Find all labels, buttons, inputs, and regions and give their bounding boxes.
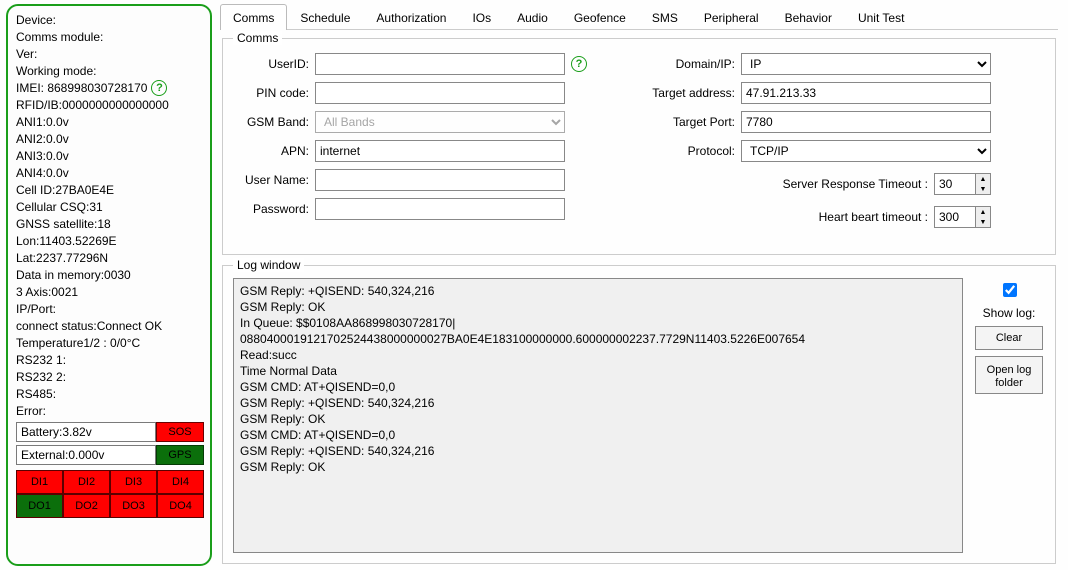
comms-section-title: Comms bbox=[233, 31, 282, 45]
di1-indicator[interactable]: DI1 bbox=[16, 470, 63, 494]
sos-indicator[interactable]: SOS bbox=[156, 422, 204, 442]
imei-value: IMEI: 868998030728170 bbox=[16, 80, 147, 96]
pin-input[interactable] bbox=[315, 82, 565, 104]
imei-help-icon[interactable]: ? bbox=[151, 80, 167, 96]
tabs-bar: Comms Schedule Authorization IOs Audio G… bbox=[220, 4, 1058, 30]
heartbeat-up-icon[interactable]: ▲ bbox=[976, 207, 990, 217]
conn-value: connect status:Connect OK bbox=[16, 318, 204, 334]
gnss-value: GNSS satellite:18 bbox=[16, 216, 204, 232]
showlog-checkbox[interactable] bbox=[1003, 283, 1017, 297]
lon-value: Lon:11403.52269E bbox=[16, 233, 204, 249]
open-log-folder-button[interactable]: Open log folder bbox=[975, 356, 1043, 394]
gsmband-select[interactable]: All Bands bbox=[315, 111, 565, 133]
apn-label: APN: bbox=[235, 144, 309, 158]
tab-sms[interactable]: SMS bbox=[639, 4, 691, 30]
apn-input[interactable] bbox=[315, 140, 565, 162]
device-info-panel: Device: Comms module: Ver: Working mode:… bbox=[6, 4, 212, 566]
tab-ios[interactable]: IOs bbox=[459, 4, 504, 30]
datamem-value: Data in memory:0030 bbox=[16, 267, 204, 283]
do1-indicator[interactable]: DO1 bbox=[16, 494, 63, 518]
tab-schedule[interactable]: Schedule bbox=[287, 4, 363, 30]
do2-indicator[interactable]: DO2 bbox=[63, 494, 110, 518]
ani3-value: ANI3:0.0v bbox=[16, 148, 204, 164]
password-label: Password: bbox=[235, 202, 309, 216]
srv-timeout-label: Server Response Timeout : bbox=[783, 177, 928, 191]
tab-authorization[interactable]: Authorization bbox=[363, 4, 459, 30]
target-addr-label: Target address: bbox=[625, 86, 735, 100]
di3-indicator[interactable]: DI3 bbox=[110, 470, 157, 494]
comms-section: Comms UserID: ? PIN code: GSM Band: All … bbox=[222, 38, 1056, 255]
ipport-value: IP/Port: bbox=[16, 301, 204, 317]
device-label: Device: bbox=[16, 12, 204, 28]
srv-timeout-down-icon[interactable]: ▼ bbox=[976, 184, 990, 194]
target-addr-input[interactable] bbox=[741, 82, 991, 104]
di2-indicator[interactable]: DI2 bbox=[63, 470, 110, 494]
password-input[interactable] bbox=[315, 198, 565, 220]
do4-indicator[interactable]: DO4 bbox=[157, 494, 204, 518]
rs2321-value: RS232 1: bbox=[16, 352, 204, 368]
protocol-select[interactable]: TCP/IP bbox=[741, 140, 991, 162]
ver-label: Ver: bbox=[16, 46, 204, 62]
log-textarea[interactable]: GSM Reply: +QISEND: 540,324,216 GSM Repl… bbox=[233, 278, 963, 553]
external-field: External:0.000v bbox=[16, 445, 156, 465]
battery-field: Battery:3.82v bbox=[16, 422, 156, 442]
tab-peripheral[interactable]: Peripheral bbox=[691, 4, 772, 30]
rfid-value: RFID/IB:0000000000000000 bbox=[16, 97, 204, 113]
srv-timeout-input[interactable] bbox=[934, 173, 976, 195]
target-port-input[interactable] bbox=[741, 111, 991, 133]
cellid-value: Cell ID:27BA0E4E bbox=[16, 182, 204, 198]
log-section-title: Log window bbox=[233, 258, 304, 272]
log-section: Log window GSM Reply: +QISEND: 540,324,2… bbox=[222, 265, 1056, 564]
tab-behavior[interactable]: Behavior bbox=[772, 4, 845, 30]
comms-module-label: Comms module: bbox=[16, 29, 204, 45]
temp-value: Temperature1/2 : 0/0°C bbox=[16, 335, 204, 351]
showlog-label: Show log: bbox=[983, 306, 1036, 320]
do3-indicator[interactable]: DO3 bbox=[110, 494, 157, 518]
heartbeat-down-icon[interactable]: ▼ bbox=[976, 217, 990, 227]
lat-value: Lat:2237.77296N bbox=[16, 250, 204, 266]
rs2322-value: RS232 2: bbox=[16, 369, 204, 385]
tab-audio[interactable]: Audio bbox=[504, 4, 561, 30]
axis-value: 3 Axis:0021 bbox=[16, 284, 204, 300]
ani4-value: ANI4:0.0v bbox=[16, 165, 204, 181]
userid-input[interactable] bbox=[315, 53, 565, 75]
ani2-value: ANI2:0.0v bbox=[16, 131, 204, 147]
srv-timeout-up-icon[interactable]: ▲ bbox=[976, 174, 990, 184]
target-port-label: Target Port: bbox=[625, 115, 735, 129]
tab-comms[interactable]: Comms bbox=[220, 4, 287, 30]
username-label: User Name: bbox=[235, 173, 309, 187]
heartbeat-label: Heart beart timeout : bbox=[819, 210, 928, 224]
tab-geofence[interactable]: Geofence bbox=[561, 4, 639, 30]
clear-button[interactable]: Clear bbox=[975, 326, 1043, 350]
heartbeat-input[interactable] bbox=[934, 206, 976, 228]
domain-label: Domain/IP: bbox=[625, 57, 735, 71]
pin-label: PIN code: bbox=[235, 86, 309, 100]
tab-unittest[interactable]: Unit Test bbox=[845, 4, 917, 30]
protocol-label: Protocol: bbox=[625, 144, 735, 158]
ani1-value: ANI1:0.0v bbox=[16, 114, 204, 130]
working-mode-label: Working mode: bbox=[16, 63, 204, 79]
userid-label: UserID: bbox=[235, 57, 309, 71]
userid-help-icon[interactable]: ? bbox=[571, 56, 587, 72]
username-input[interactable] bbox=[315, 169, 565, 191]
error-value: Error: bbox=[16, 403, 204, 419]
csq-value: Cellular CSQ:31 bbox=[16, 199, 204, 215]
gsmband-label: GSM Band: bbox=[235, 115, 309, 129]
gps-indicator[interactable]: GPS bbox=[156, 445, 204, 465]
di4-indicator[interactable]: DI4 bbox=[157, 470, 204, 494]
rs485-value: RS485: bbox=[16, 386, 204, 402]
domain-select[interactable]: IP bbox=[741, 53, 991, 75]
